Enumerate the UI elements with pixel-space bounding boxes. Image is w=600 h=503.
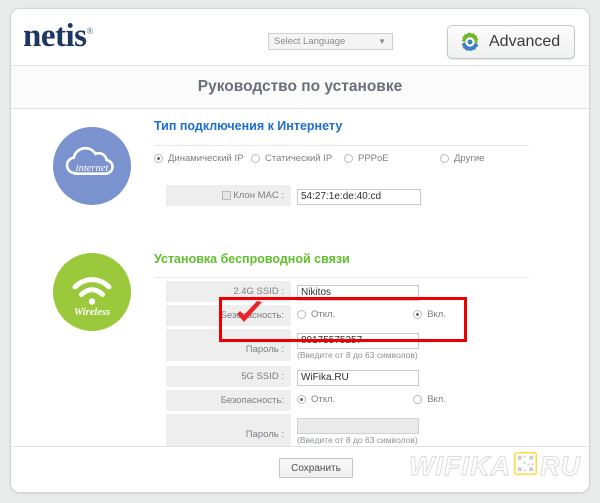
password-label-24g: Пароль : xyxy=(166,329,291,361)
security-on-label-24g: Вкл. xyxy=(427,309,446,320)
password-hint-24g: (Введите от 8 до 63 символов) xyxy=(297,349,418,360)
save-button[interactable]: Сохранить xyxy=(279,458,353,478)
svg-text:Wireless: Wireless xyxy=(74,307,110,318)
internet-badge-icon: internet xyxy=(53,127,131,205)
qr-code-icon xyxy=(512,451,539,482)
security-row-5g: Безопасность: Откл. Вкл. xyxy=(166,390,516,411)
security-off-label-24g: Откл. xyxy=(311,309,336,320)
language-select[interactable]: Select Language ▼ xyxy=(268,33,393,50)
registered-mark: ® xyxy=(86,26,94,36)
radio-icon xyxy=(440,154,449,163)
netis-logo: netis® xyxy=(23,18,93,55)
ssid-input-5g[interactable] xyxy=(297,369,419,386)
browser-page: netis® Select Language ▼ Advanced Руково… xyxy=(0,0,600,503)
wireless-divider xyxy=(154,277,529,278)
security-radio-group-24g[interactable]: Откл. Вкл. xyxy=(297,309,446,320)
security-off-label-5g: Откл. xyxy=(311,394,336,405)
password-label-5g: Пароль : xyxy=(166,414,291,446)
ssid-control-5g xyxy=(297,367,419,386)
mac-clone-control xyxy=(297,186,421,205)
language-select-value: Select Language xyxy=(274,36,346,47)
radio-icon xyxy=(413,395,423,404)
password-control-5g: (Введите от 8 до 63 символов) xyxy=(297,415,419,445)
conn-type-label: PPPoE xyxy=(358,153,389,164)
conn-type-label: Другие xyxy=(454,153,485,164)
security-off-24g[interactable]: Откл. xyxy=(297,309,335,320)
conn-type-other[interactable]: Другие xyxy=(440,153,484,164)
radio-icon xyxy=(413,310,423,319)
page-title: Руководство по установке xyxy=(197,78,403,95)
ssid-row-24g: 2.4G SSID : xyxy=(166,281,516,302)
security-radio-group-5g[interactable]: Откл. Вкл. xyxy=(297,394,446,405)
gear-icon xyxy=(459,31,481,53)
wireless-badge-icon: Wireless xyxy=(53,253,131,331)
chevron-down-icon: ▼ xyxy=(378,37,386,46)
password-input-24g[interactable] xyxy=(297,332,419,349)
advanced-button[interactable]: Advanced xyxy=(447,25,575,59)
security-label-5g: Безопасность: xyxy=(166,390,291,411)
mac-clone-label-cell: Клон MAC : xyxy=(166,185,291,206)
ssid-label-24g: 2.4G SSID : xyxy=(166,281,291,302)
radio-icon xyxy=(154,154,163,163)
router-setup-panel: netis® Select Language ▼ Advanced Руково… xyxy=(10,8,590,493)
conn-type-pppoe[interactable]: PPPoE xyxy=(344,153,389,164)
radio-icon xyxy=(344,154,353,163)
conn-type-static-ip[interactable]: Статический IP xyxy=(251,153,332,164)
mac-clone-row: Клон MAC : xyxy=(166,185,516,206)
mac-clone-checkbox[interactable] xyxy=(221,190,231,200)
password-row-24g: Пароль : (Введите от 8 до 63 символов) xyxy=(166,329,516,361)
ssid-row-5g: 5G SSID : xyxy=(166,366,516,387)
security-off-5g[interactable]: Откл. xyxy=(297,394,335,405)
connection-type-radio-group[interactable]: Динамический IP Статический IP PPPoE Дру… xyxy=(154,153,532,171)
netis-logo-text: netis xyxy=(23,18,87,54)
watermark-right-text: RU xyxy=(540,451,581,482)
security-on-5g[interactable]: Вкл. xyxy=(413,394,446,405)
password-control-24g: (Введите от 8 до 63 символов) xyxy=(297,330,419,360)
internet-section-title: Тип подключения к Интернету xyxy=(154,119,343,133)
page-title-bar: Руководство по установке xyxy=(11,66,589,109)
ssid-input-24g[interactable] xyxy=(297,284,419,301)
internet-divider xyxy=(154,145,529,146)
radio-icon xyxy=(251,154,260,163)
wifika-watermark: WIFIKA RU xyxy=(409,451,581,482)
conn-type-label: Динамический IP xyxy=(168,153,244,164)
page-footer: Сохранить WIFIKA RU xyxy=(11,446,589,492)
conn-type-label: Статический IP xyxy=(265,153,333,164)
watermark-left-text: WIFIKA xyxy=(409,451,511,482)
mac-clone-input[interactable] xyxy=(297,188,421,205)
security-on-24g[interactable]: Вкл. xyxy=(413,309,446,320)
red-checkmark-annotation xyxy=(235,301,265,332)
radio-icon xyxy=(297,310,306,319)
radio-icon xyxy=(297,395,306,404)
password-hint-5g: (Введите от 8 до 63 символов) xyxy=(297,434,418,445)
advanced-button-label: Advanced xyxy=(489,33,561,50)
security-on-label-5g: Вкл. xyxy=(427,394,446,405)
ssid-control-24g xyxy=(297,282,419,301)
conn-type-dynamic-ip[interactable]: Динамический IP xyxy=(154,153,243,164)
ssid-label-5g: 5G SSID : xyxy=(166,366,291,387)
security-label-24g: Безопасность: xyxy=(166,305,291,326)
wireless-section-title: Установка беспроводной связи xyxy=(154,252,350,266)
security-row-24g: Безопасность: Откл. Вкл. xyxy=(166,305,516,326)
mac-clone-label: Клон MAC : xyxy=(233,190,284,201)
password-row-5g: Пароль : (Введите от 8 до 63 символов) xyxy=(166,414,516,446)
page-header: netis® Select Language ▼ Advanced xyxy=(11,9,589,66)
svg-text:internet: internet xyxy=(76,163,110,174)
password-input-5g[interactable] xyxy=(297,417,419,434)
